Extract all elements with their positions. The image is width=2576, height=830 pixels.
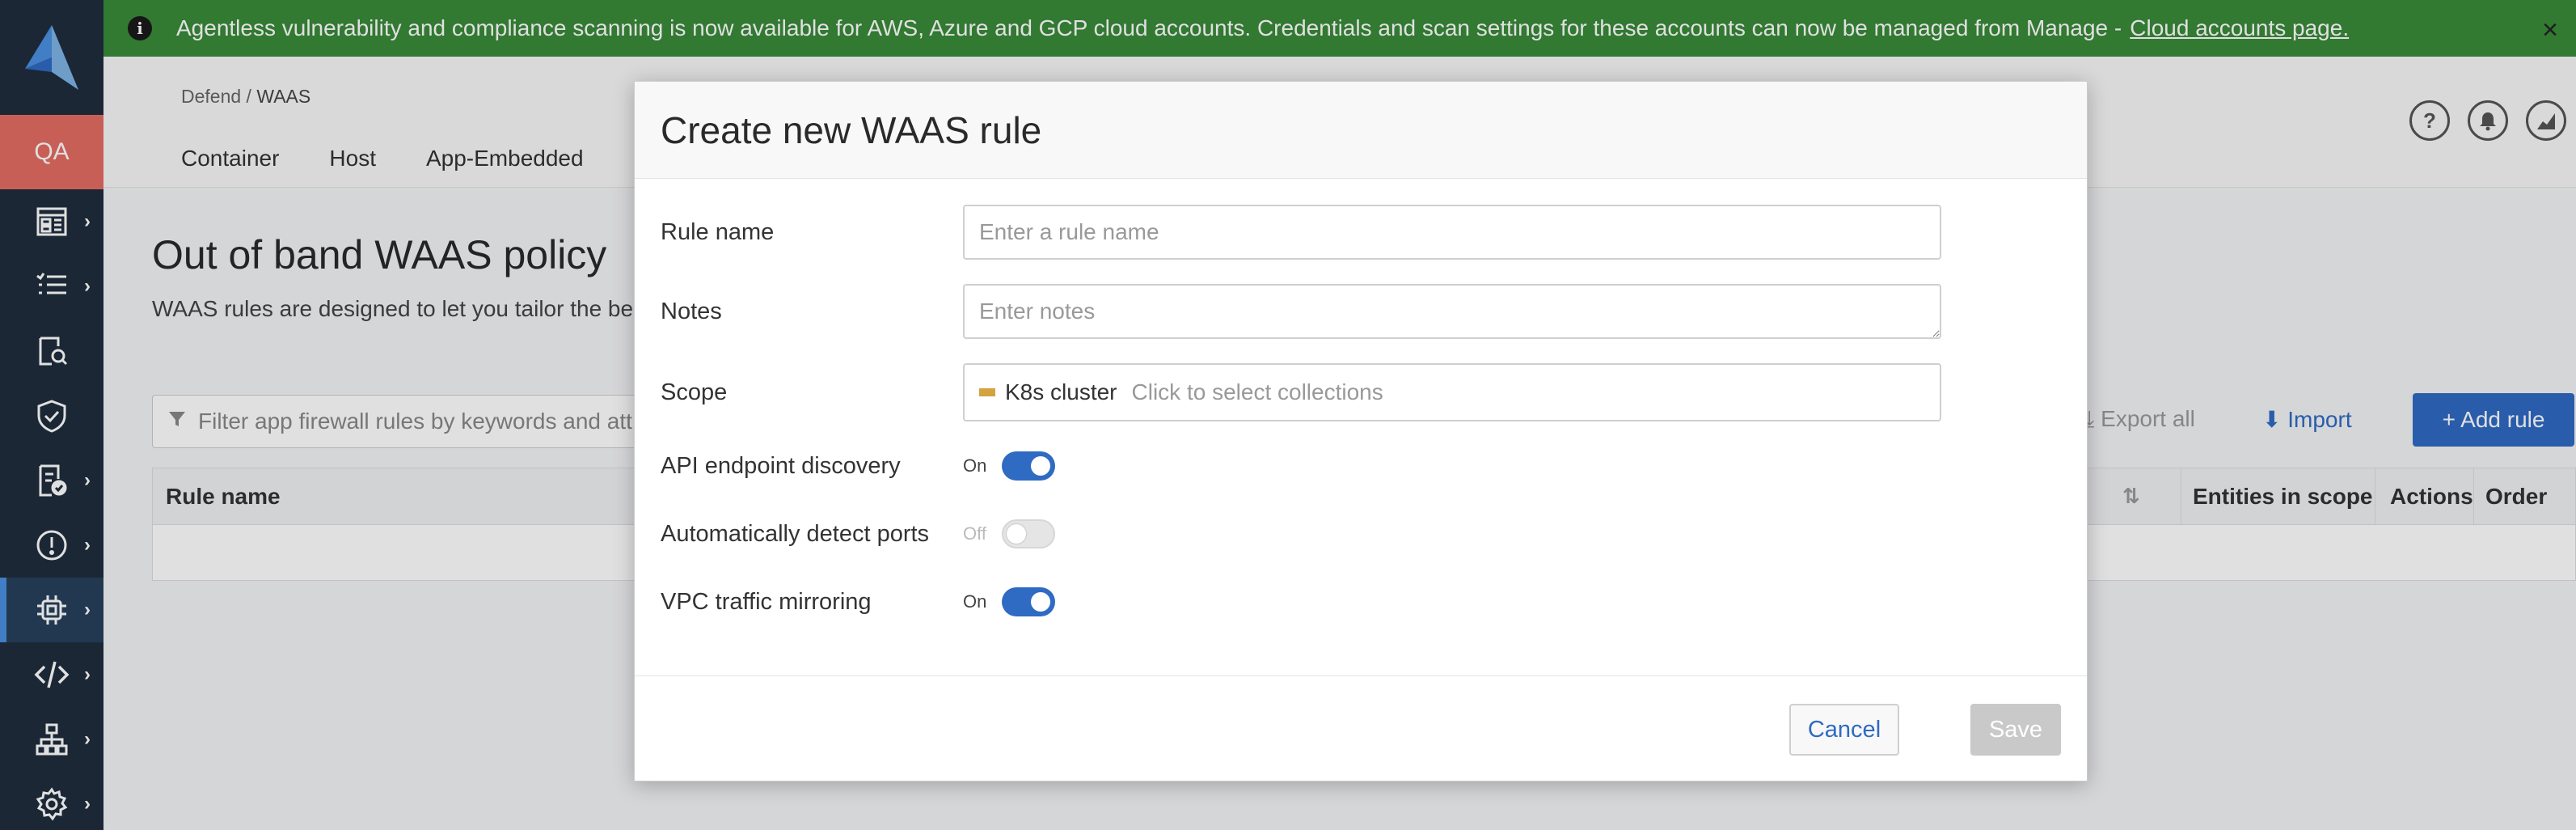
dialog-title: Create new WAAS rule <box>635 82 2087 179</box>
collection-color-swatch <box>979 388 995 396</box>
vpc-mirroring-row: VPC traffic mirroring On <box>661 580 1055 624</box>
api-discovery-label: API endpoint discovery <box>661 452 901 479</box>
rule-name-label: Rule name <box>661 218 775 245</box>
rule-name-input[interactable] <box>963 205 1941 260</box>
cancel-button[interactable]: Cancel <box>1789 704 1899 756</box>
notes-input[interactable] <box>963 284 1941 339</box>
scope-placeholder: Click to select collections <box>1131 379 1383 404</box>
detect-ports-toggle[interactable] <box>1002 519 1055 548</box>
notes-label: Notes <box>661 298 722 324</box>
detect-ports-toggle-group: Off <box>963 519 1055 548</box>
detect-ports-state: Off <box>963 523 986 544</box>
vpc-mirroring-state: On <box>963 591 987 612</box>
detect-ports-label: Automatically detect ports <box>661 520 930 547</box>
detect-ports-row: Automatically detect ports Off <box>661 512 1055 556</box>
create-waas-rule-dialog: Create new WAAS rule Rule name Notes Sco… <box>634 81 2088 781</box>
api-discovery-toggle[interactable] <box>1002 451 1055 481</box>
api-discovery-state: On <box>963 455 987 476</box>
vpc-mirroring-toggle-group: On <box>963 587 1055 616</box>
scope-select[interactable]: K8s cluster Click to select collections <box>963 363 1941 421</box>
vpc-mirroring-toggle[interactable] <box>1002 587 1055 616</box>
dialog-footer: Cancel Save <box>635 675 2087 781</box>
api-discovery-toggle-group: On <box>963 451 1055 481</box>
scope-label: Scope <box>661 379 728 405</box>
vpc-mirroring-label: VPC traffic mirroring <box>661 588 872 615</box>
rule-name-row: Rule name <box>661 205 1941 260</box>
save-button[interactable]: Save <box>1970 704 2061 756</box>
notes-row: Notes <box>661 284 1941 339</box>
scope-chip[interactable]: K8s cluster <box>1005 379 1117 405</box>
scope-row: Scope K8s cluster Click to select collec… <box>661 363 1941 421</box>
api-discovery-row: API endpoint discovery On <box>661 444 1055 488</box>
